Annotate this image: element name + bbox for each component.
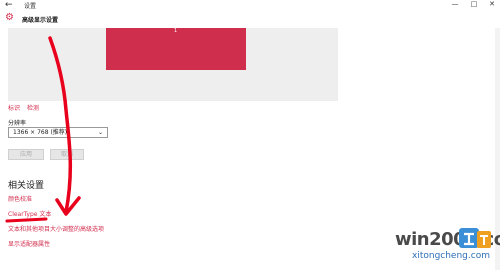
watermark-logo-icon — [459, 228, 491, 248]
watermark-domain: xitongcheng.com — [412, 251, 490, 261]
